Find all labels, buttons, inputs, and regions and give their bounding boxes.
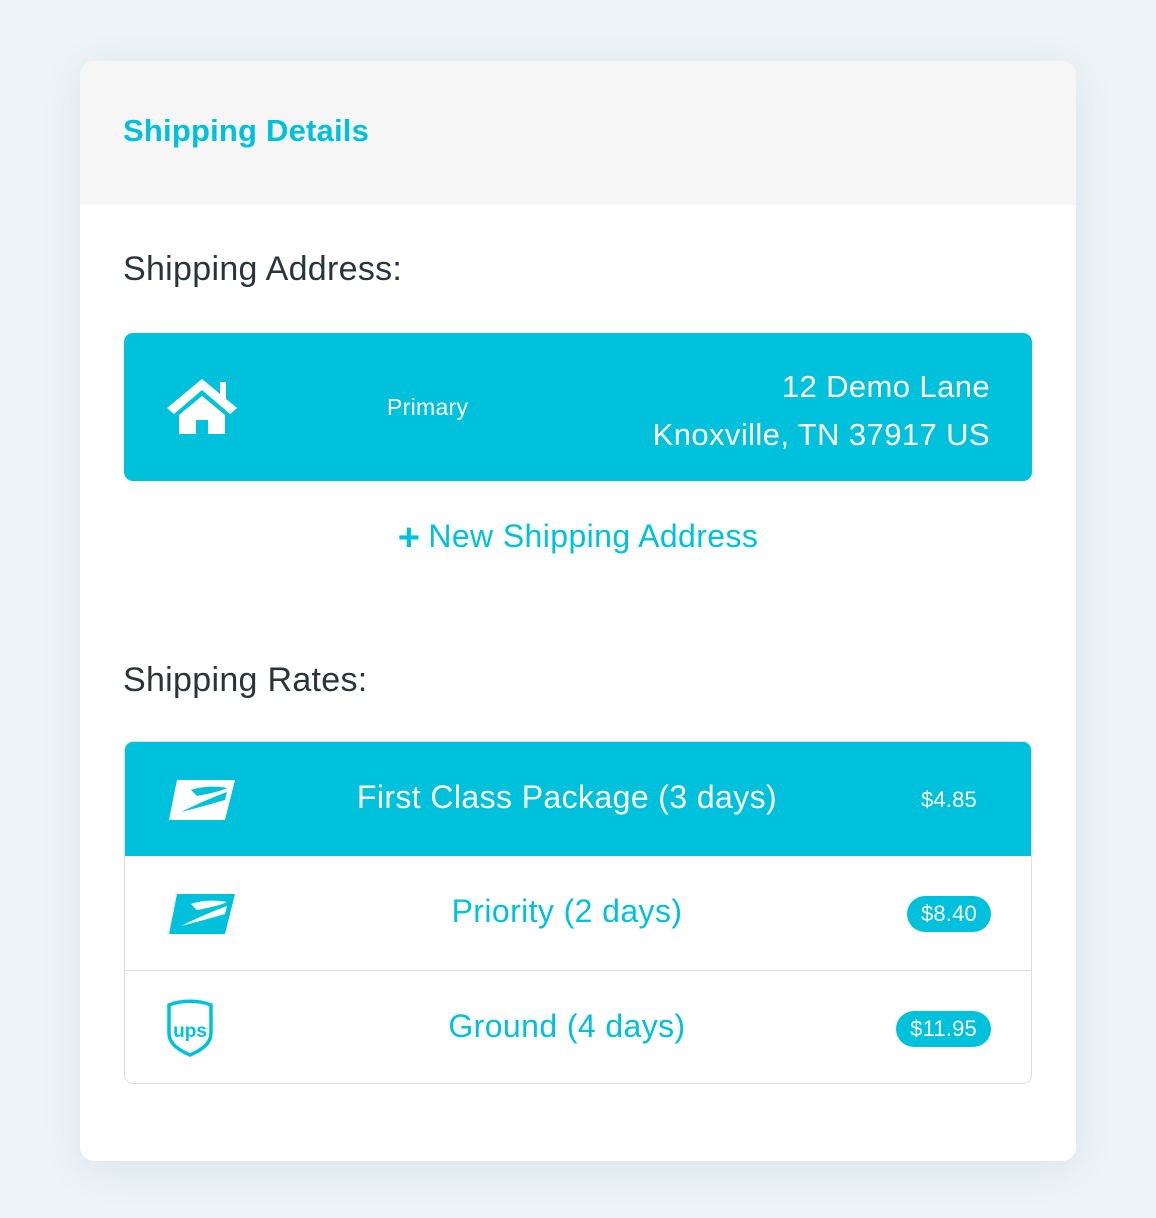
address-tag: Primary <box>387 394 469 420</box>
address-line-1: 12 Demo Lane <box>781 369 990 404</box>
shipping-rates-label: Shipping Rates: <box>123 661 368 699</box>
card-title: Shipping Details <box>123 113 370 148</box>
rate-option-priority[interactable]: Priority (2 days) $8.40 <box>125 856 1031 970</box>
rate-name: First Class Package (3 days) <box>356 779 778 815</box>
new-shipping-address-link[interactable]: + New Shipping Address <box>80 517 1076 560</box>
address-lines: 12 Demo Lane Knoxville, TN 37917 US <box>653 363 990 459</box>
rate-option-first-class[interactable]: First Class Package (3 days) $4.85 <box>125 742 1031 856</box>
rate-option-ground[interactable]: ups Ground (4 days) $11.95 <box>125 970 1031 1083</box>
new-address-label: New Shipping Address <box>428 518 759 554</box>
shipping-details-card: Shipping Details Shipping Address: Prima… <box>80 61 1076 1161</box>
card-header: Shipping Details <box>80 61 1076 205</box>
rate-name: Priority (2 days) <box>451 893 683 929</box>
shipping-rates-list: First Class Package (3 days) $4.85 Prior… <box>124 741 1032 1084</box>
rate-price-badge: $11.95 <box>896 1011 991 1047</box>
shipping-address-label: Shipping Address: <box>123 250 403 288</box>
rate-price: $4.85 <box>920 787 977 812</box>
address-line-2: Knoxville, TN 37917 US <box>652 417 990 452</box>
rate-price-badge: $8.40 <box>906 896 991 932</box>
address-card-primary[interactable]: Primary 12 Demo Lane Knoxville, TN 37917… <box>124 333 1032 481</box>
plus-icon: + <box>397 517 421 559</box>
rate-name: Ground (4 days) <box>448 1008 686 1044</box>
home-icon <box>167 379 237 434</box>
